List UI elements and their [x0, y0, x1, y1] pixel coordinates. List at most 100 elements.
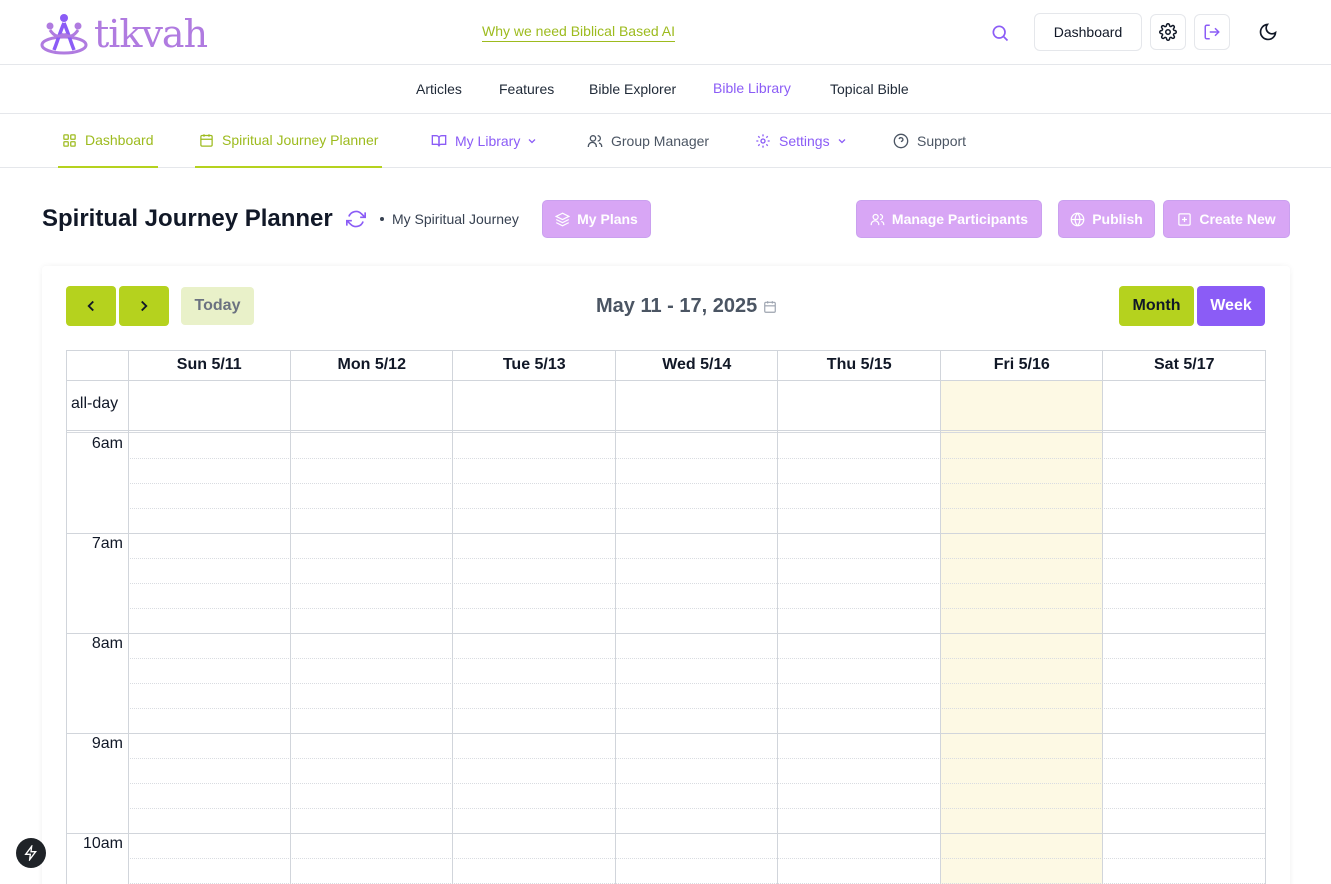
nav-bible-library[interactable]: Bible Library [713, 80, 791, 96]
day-header[interactable]: Sun 5/11 [128, 356, 291, 374]
day-header[interactable]: Wed 5/14 [616, 356, 779, 374]
half-hour-line [128, 758, 1266, 759]
half-hour-line [128, 508, 1266, 509]
page-title: Spiritual Journey Planner [42, 205, 333, 232]
half-hour-line [128, 858, 1266, 859]
nav-topical-bible[interactable]: Topical Bible [830, 81, 909, 97]
hour-label: 7am [91, 535, 123, 552]
tab-support[interactable]: Support [893, 114, 966, 168]
search-icon[interactable] [988, 21, 1012, 45]
journey-name-text: My Spiritual Journey [392, 211, 519, 227]
chevron-down-icon [526, 135, 538, 147]
day-column-divider [777, 351, 778, 884]
chevron-left-icon [87, 300, 94, 312]
month-view-button[interactable]: Month [1119, 286, 1194, 326]
globe-icon [1070, 212, 1085, 227]
create-new-button[interactable]: Create New [1163, 200, 1290, 238]
logout-icon [1204, 24, 1220, 40]
day-header[interactable]: Sat 5/17 [1103, 356, 1266, 374]
settings-button[interactable] [1150, 14, 1186, 50]
section-tabs: Dashboard Spiritual Journey Planner My L… [0, 114, 1331, 168]
hour-line [67, 733, 1266, 734]
day-header[interactable]: Fri 5/16 [941, 356, 1104, 374]
week-grid: Sun 5/11 Mon 5/12 Tue 5/13 Wed 5/14 Thu 5/15… [66, 350, 1266, 884]
top-header: tikvah Why we need Biblical Based AI Das… [0, 0, 1331, 65]
layers-icon [555, 212, 571, 227]
next-week-button[interactable] [119, 286, 169, 326]
chevron-right-icon [141, 300, 148, 312]
logo-icon [40, 14, 88, 55]
my-plans-button[interactable]: My Plans [542, 200, 651, 238]
calendar-icon [763, 300, 777, 314]
half-hour-line [128, 808, 1266, 809]
allday-divider [67, 430, 1266, 431]
day-column-divider [452, 351, 453, 884]
half-hour-line [128, 583, 1266, 584]
logo[interactable]: tikvah [40, 12, 208, 56]
help-circle-icon [893, 133, 909, 149]
grid-icon [62, 133, 77, 148]
manage-participants-label: Manage Participants [891, 211, 1029, 227]
week-view-button[interactable]: Week [1197, 286, 1265, 326]
gear-icon [755, 133, 771, 149]
tab-label: Dashboard [85, 132, 154, 148]
my-plans-label: My Plans [577, 211, 638, 227]
create-new-label: Create New [1199, 211, 1276, 227]
hour-line [67, 533, 1266, 534]
tab-settings[interactable]: Settings [755, 114, 848, 168]
header-dashboard-button[interactable]: Dashboard [1034, 13, 1142, 51]
hour-line [67, 833, 1266, 834]
lightning-icon[interactable] [16, 838, 46, 868]
publish-button[interactable]: Publish [1058, 200, 1155, 238]
nav-features[interactable]: Features [499, 81, 554, 97]
day-column-divider [615, 351, 616, 884]
day-column-divider [1102, 351, 1103, 884]
tab-my-library[interactable]: My Library [431, 114, 538, 168]
date-range-text: May 11 - 17, 2025 [596, 295, 758, 317]
half-hour-line [128, 458, 1266, 459]
half-hour-line [128, 608, 1266, 609]
tagline-link[interactable]: Why we need Biblical Based AI [482, 23, 675, 42]
day-column-divider [290, 351, 291, 884]
day-header[interactable]: Mon 5/12 [291, 356, 454, 374]
tab-spiritual-journey-planner[interactable]: Spiritual Journey Planner [195, 114, 383, 168]
moon-icon[interactable] [1254, 18, 1282, 46]
users-icon [587, 133, 603, 149]
tab-dashboard[interactable]: Dashboard [58, 114, 158, 168]
today-button[interactable]: Today [181, 287, 254, 325]
nav-articles[interactable]: Articles [416, 81, 462, 97]
day-column-divider [1265, 351, 1266, 884]
half-hour-line [128, 783, 1266, 784]
chevron-down-icon [836, 135, 848, 147]
manage-participants-button[interactable]: Manage Participants [856, 200, 1042, 238]
day-column-divider [940, 351, 941, 884]
hour-label: 9am [91, 735, 123, 752]
half-hour-line [128, 708, 1266, 709]
gutter-divider [128, 351, 129, 884]
half-hour-line [128, 658, 1266, 659]
half-hour-line [128, 483, 1266, 484]
half-hour-line [128, 558, 1266, 559]
hour-line [67, 633, 1266, 634]
day-header[interactable]: Tue 5/13 [453, 356, 616, 374]
tab-label: Spiritual Journey Planner [222, 132, 379, 148]
allday-separator [67, 432, 1266, 433]
prev-week-button[interactable] [66, 286, 116, 326]
logout-button[interactable] [1194, 14, 1230, 50]
date-range-title[interactable]: May 11 - 17, 2025 [596, 295, 777, 318]
plus-square-icon [1177, 212, 1192, 227]
tab-label: My Library [455, 133, 521, 149]
logo-text: tikvah [94, 12, 208, 56]
day-header[interactable]: Thu 5/15 [778, 356, 941, 374]
tab-label: Group Manager [611, 133, 710, 149]
tab-group-manager[interactable]: Group Manager [587, 114, 709, 168]
tab-label: Settings [779, 133, 830, 149]
refresh-icon[interactable] [345, 208, 367, 230]
all-day-label: all-day [71, 395, 119, 412]
tab-label: Support [917, 133, 967, 149]
main-nav: Articles Features Bible Explorer Bible L… [0, 65, 1331, 114]
bullet-dot [380, 217, 384, 222]
hour-label: 6am [91, 435, 123, 452]
journey-name: My Spiritual Journey [380, 211, 519, 227]
nav-bible-explorer[interactable]: Bible Explorer [589, 81, 676, 97]
